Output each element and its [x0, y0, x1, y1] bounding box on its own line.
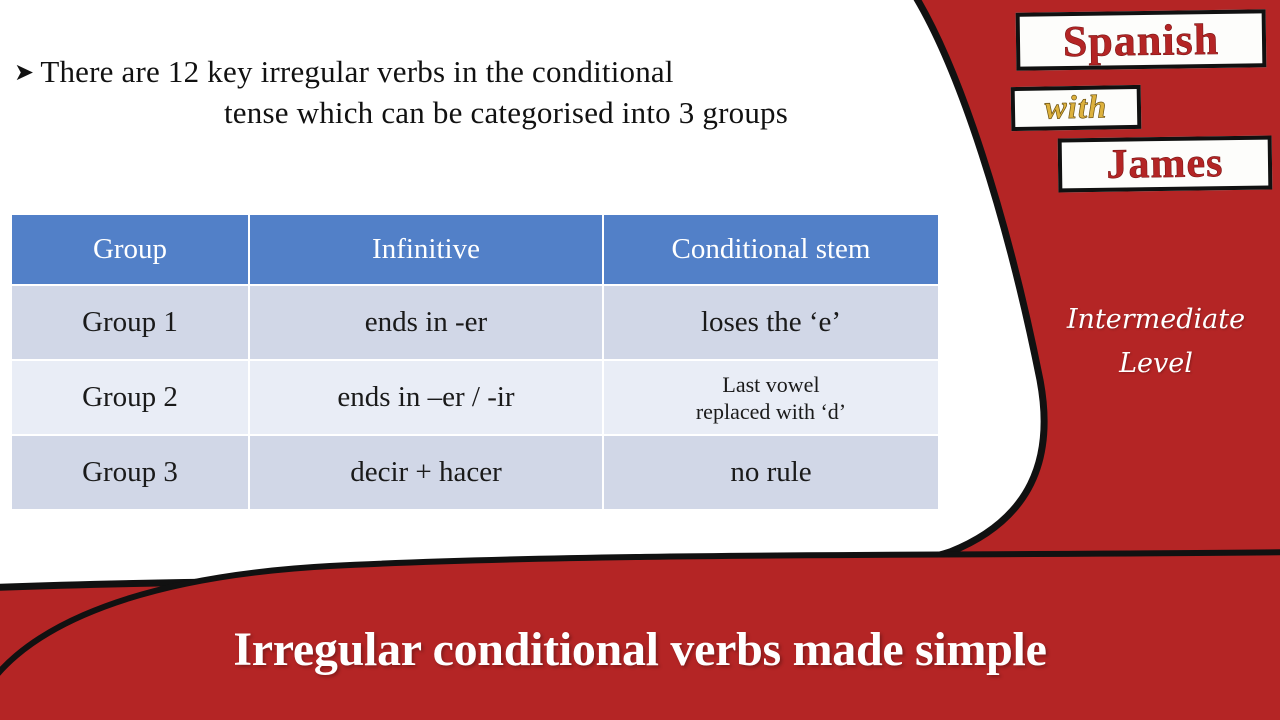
table-row: Group 1 ends in -er loses the ‘e’	[12, 286, 938, 359]
cell-stem-3: no rule	[604, 436, 938, 509]
table-header: Group Infinitive Conditional stem	[12, 215, 938, 284]
level-caption-line-2: Level	[1119, 348, 1193, 379]
logo-word-spanish: Spanish	[1015, 9, 1267, 71]
cell-group-2: Group 2	[12, 361, 248, 434]
cell-group-3: Group 3	[12, 436, 248, 509]
cell-group-1: Group 1	[12, 286, 248, 359]
bottom-banner-title: Irregular conditional verbs made simple	[233, 623, 1047, 676]
level-caption-line-1: Intermediate	[1066, 304, 1246, 335]
logo-word-with: with	[1010, 84, 1142, 132]
cell-stem-2-line-1: Last vowel	[722, 371, 820, 397]
bullet-text-line-2: tense which can be categorised into 3 gr…	[223, 95, 789, 130]
logo-word-james-text: James	[1106, 140, 1224, 188]
cell-infinitive-2: ends in –er / -ir	[250, 361, 602, 434]
slide-content: ➤ There are 12 key irregular verbs in the…	[0, 0, 960, 560]
cell-infinitive-3: decir + hacer	[250, 436, 602, 509]
level-caption: Intermediate Level	[1040, 298, 1272, 386]
logo-word-spanish-text: Spanish	[1062, 14, 1220, 66]
bullet-text-line-1: There are 12 key irregular verbs in the …	[40, 54, 674, 89]
logo-word-james: James	[1057, 135, 1273, 193]
table-body: Group 1 ends in -er loses the ‘e’ Group …	[12, 286, 938, 509]
column-header-conditional-stem: Conditional stem	[604, 215, 938, 284]
cell-stem-2-line-2: replaced with ‘d’	[695, 398, 847, 424]
table-row: Group 2 ends in –er / -ir Last vowel rep…	[12, 361, 938, 434]
column-header-infinitive: Infinitive	[250, 215, 602, 284]
conditional-groups-table: Group Infinitive Conditional stem Group …	[10, 213, 940, 511]
table-header-row: Group Infinitive Conditional stem	[12, 215, 938, 284]
bullet-statement: ➤ There are 12 key irregular verbs in the…	[14, 52, 942, 133]
slide-canvas: ➤ There are 12 key irregular verbs in the…	[0, 0, 1280, 720]
logo-word-with-text: with	[1044, 88, 1108, 127]
cell-stem-1: loses the ‘e’	[604, 286, 938, 359]
arrow-bullet-icon: ➤	[14, 60, 35, 86]
cell-stem-2: Last vowel replaced with ‘d’	[604, 361, 938, 434]
column-header-group: Group	[12, 215, 248, 284]
cell-infinitive-1: ends in -er	[250, 286, 602, 359]
table-row: Group 3 decir + hacer no rule	[12, 436, 938, 509]
